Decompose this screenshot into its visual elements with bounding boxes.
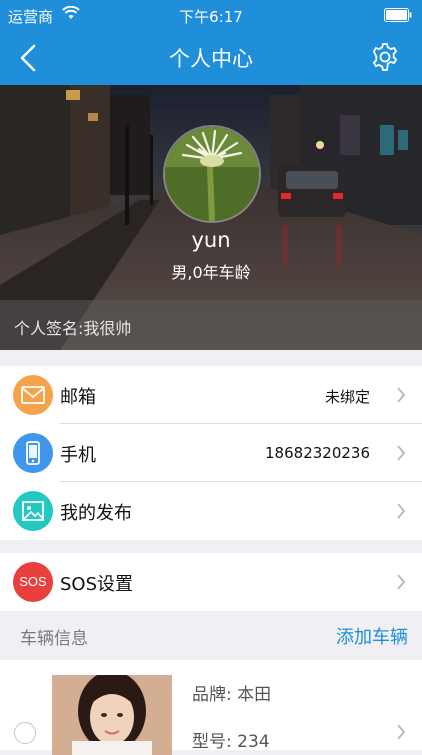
sos-icon: SOS <box>13 562 53 602</box>
signature-bar[interactable]: 个人签名:我很帅 <box>0 300 422 350</box>
navigation-bar: 个人中心 <box>0 30 422 85</box>
vehicle-section-title: 车辆信息 <box>20 629 88 649</box>
mail-icon <box>13 375 53 415</box>
chevron-right-icon <box>397 724 406 740</box>
vehicle-select-radio[interactable] <box>14 722 36 744</box>
status-time: 下午6:17 <box>179 8 243 26</box>
signature-text: 个人签名:我很帅 <box>14 319 132 338</box>
menu-item-sos[interactable]: SOS SOS设置 <box>0 553 422 611</box>
phone-label: 手机 <box>60 445 96 466</box>
chevron-right-icon <box>397 574 406 590</box>
image-icon <box>13 491 53 531</box>
my-posts-label: 我的发布 <box>60 503 132 524</box>
email-label: 邮箱 <box>60 387 96 408</box>
add-vehicle-button[interactable]: 添加车辆 <box>336 623 408 649</box>
chevron-right-icon <box>397 503 406 519</box>
menu-item-phone[interactable]: 手机 18682320236 <box>0 424 422 482</box>
vehicle-model: 型号: 234 <box>192 732 270 752</box>
page-title: 个人中心 <box>169 47 253 71</box>
chevron-right-icon <box>397 445 406 461</box>
menu-item-my-posts[interactable]: 我的发布 <box>0 482 422 540</box>
sos-label: SOS设置 <box>60 574 134 595</box>
flower-avatar-image <box>165 127 259 221</box>
battery-icon <box>384 8 412 22</box>
status-bar: 运营商 下午6:17 <box>0 0 422 30</box>
contact-menu: 邮箱 未绑定 手机 18682320236 我的发布 <box>0 366 422 540</box>
sos-menu: SOS SOS设置 <box>0 553 422 611</box>
phone-icon <box>13 433 53 473</box>
vehicle-section-header: 车辆信息 添加车辆 <box>0 611 422 660</box>
avatar[interactable] <box>163 125 261 223</box>
vehicle-list-item[interactable]: 品牌: 本田 型号: 234 <box>0 660 422 755</box>
chevron-right-icon <box>397 387 406 403</box>
profile-header: yun 男,0年车龄 个人签名:我很帅 <box>0 85 422 350</box>
menu-item-email[interactable]: 邮箱 未绑定 <box>0 366 422 424</box>
phone-value: 18682320236 <box>265 444 370 462</box>
vehicle-photo <box>52 675 172 755</box>
vehicle-brand: 品牌: 本田 <box>192 685 272 705</box>
gear-icon[interactable] <box>370 42 400 72</box>
email-value: 未绑定 <box>324 388 370 406</box>
gender-driving-years: 男,0年车龄 <box>171 263 251 282</box>
username: yun <box>191 228 231 252</box>
